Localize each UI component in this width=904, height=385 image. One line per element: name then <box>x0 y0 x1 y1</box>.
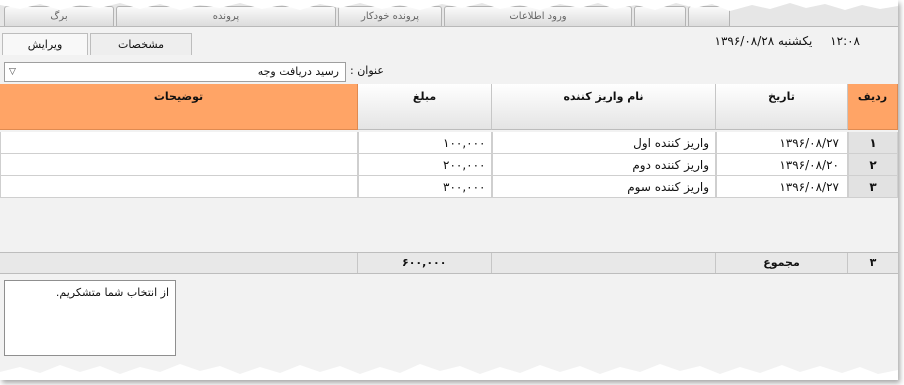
notes-text: از انتخاب شما متشکریم. <box>55 286 169 299</box>
footer-payer-cell <box>492 253 716 273</box>
total-label: مجموع <box>716 253 848 273</box>
app-window: برگ پرونده پرونده خودکار ورود اطلاعات ۱۲… <box>0 0 898 380</box>
table-row[interactable]: ۱۰۰,۰۰۰ واریز کننده اول ۱۳۹۶/۰۸/۲۷ ۱ <box>0 132 898 154</box>
amount-cell[interactable]: ۱۰۰,۰۰۰ <box>358 132 492 154</box>
column-header-description[interactable]: توضیحات <box>0 84 358 130</box>
tab-edit[interactable]: ویرایش <box>2 33 88 55</box>
table-row[interactable]: ۲۰۰,۰۰۰ واریز کننده دوم ۱۳۹۶/۰۸/۲۰ ۲ <box>0 154 898 176</box>
amount-cell[interactable]: ۲۰۰,۰۰۰ <box>358 154 492 176</box>
date-label: یکشنبه ۱۳۹۶/۰۸/۲۸ <box>714 34 813 48</box>
column-header-payer[interactable]: نام واریز کننده <box>492 84 716 130</box>
totals-footer: ۶۰۰,۰۰۰ مجموع ۳ <box>0 252 898 274</box>
torn-edge-bottom <box>0 364 898 380</box>
title-select[interactable]: رسید دریافت وجه ▽ <box>4 62 346 82</box>
description-cell[interactable] <box>0 154 358 176</box>
description-cell[interactable] <box>0 132 358 154</box>
table-row[interactable]: ۳۰۰,۰۰۰ واریز کننده سوم ۱۳۹۶/۰۸/۲۷ ۳ <box>0 176 898 198</box>
payer-cell[interactable]: واریز کننده دوم <box>492 154 716 176</box>
description-cell[interactable] <box>0 176 358 198</box>
time-label: ۱۲:۰۸ <box>830 34 860 48</box>
chevron-down-icon[interactable]: ▽ <box>9 63 16 81</box>
payer-cell[interactable]: واریز کننده اول <box>492 132 716 154</box>
footer-description-cell <box>0 253 358 273</box>
index-cell[interactable]: ۱ <box>848 132 898 154</box>
datetime-display: ۱۲:۰۸ یکشنبه ۱۳۹۶/۰۸/۲۸ <box>701 34 860 48</box>
date-cell[interactable]: ۱۳۹۶/۰۸/۲۰ <box>716 154 848 176</box>
date-cell[interactable]: ۱۳۹۶/۰۸/۲۷ <box>716 176 848 198</box>
notes-textarea[interactable]: از انتخاب شما متشکریم. <box>4 280 176 356</box>
index-cell[interactable]: ۲ <box>848 154 898 176</box>
column-header-index[interactable]: ردیف <box>848 84 898 130</box>
index-cell[interactable]: ۳ <box>848 176 898 198</box>
title-select-value: رسید دریافت وجه <box>257 65 339 78</box>
date-cell[interactable]: ۱۳۹۶/۰۸/۲۷ <box>716 132 848 154</box>
torn-edge-top <box>0 0 898 11</box>
column-header-date[interactable]: تاریخ <box>716 84 848 130</box>
amount-cell[interactable]: ۳۰۰,۰۰۰ <box>358 176 492 198</box>
top-tab-strip: برگ پرونده پرونده خودکار ورود اطلاعات <box>0 0 898 27</box>
total-amount: ۶۰۰,۰۰۰ <box>358 253 492 273</box>
title-label: عنوان : <box>350 64 384 77</box>
row-count: ۳ <box>869 256 877 269</box>
column-header-amount[interactable]: مبلغ <box>358 84 492 130</box>
tab-specs[interactable]: مشخصات <box>90 33 192 55</box>
payer-cell[interactable]: واریز کننده سوم <box>492 176 716 198</box>
